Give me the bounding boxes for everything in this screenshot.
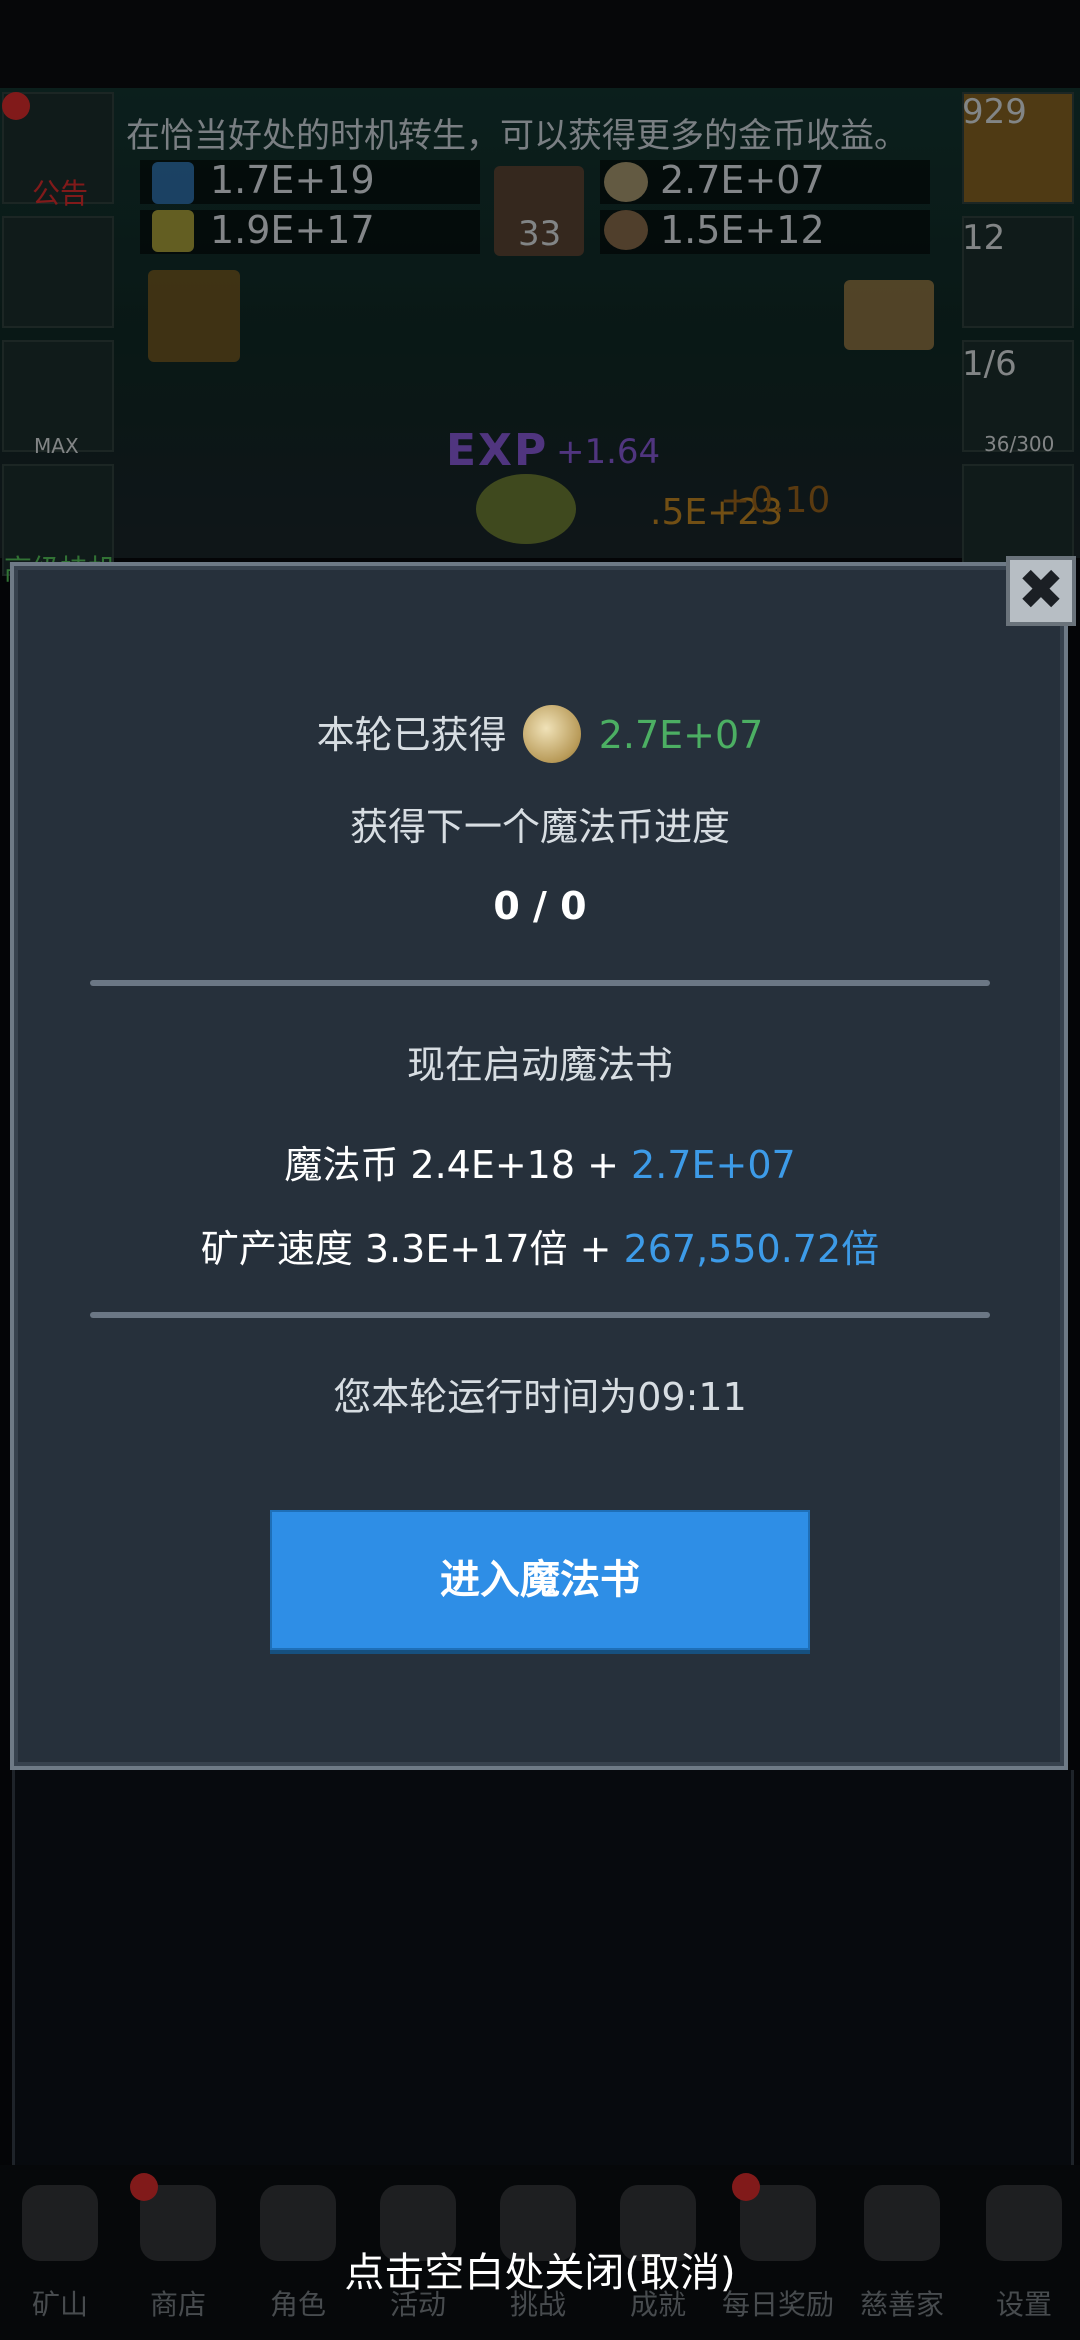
enter-magic-book-button[interactable]: 进入魔法书 <box>270 1510 810 1650</box>
earned-value: 2.7E+07 <box>598 713 764 757</box>
divider <box>90 980 990 986</box>
earned-label: 本轮已获得 <box>316 713 507 757</box>
divider <box>90 1312 990 1318</box>
close-hint: 点击空白处关闭(取消) <box>344 2250 736 2296</box>
earned-line: 本轮已获得 2.7E+07 <box>0 704 1080 767</box>
start-label: 现在启动魔法书 <box>406 1043 673 1087</box>
runtime-text: 您本轮运行时间为09:11 <box>333 1375 747 1419</box>
mining-speed-gain: 267,550.72倍 <box>623 1227 880 1271</box>
mining-speed-label: 矿产速度 3.3E+17倍 + <box>200 1227 624 1271</box>
progress-label: 获得下一个魔法币进度 <box>349 805 730 849</box>
close-icon: ✖ <box>1017 558 1065 623</box>
magic-coin-gain: 2.7E+07 <box>631 1143 796 1187</box>
magic-coin-label: 魔法币 2.4E+18 + <box>284 1143 632 1187</box>
progress-value: 0 / 0 <box>493 884 587 928</box>
mining-speed-line: 矿产速度 3.3E+17倍 + 267,550.72倍 <box>0 1218 1080 1273</box>
magic-coin-line: 魔法币 2.4E+18 + 2.7E+07 <box>0 1134 1080 1189</box>
magic-coin-icon <box>522 704 581 763</box>
close-button[interactable]: ✖ <box>1006 556 1076 626</box>
